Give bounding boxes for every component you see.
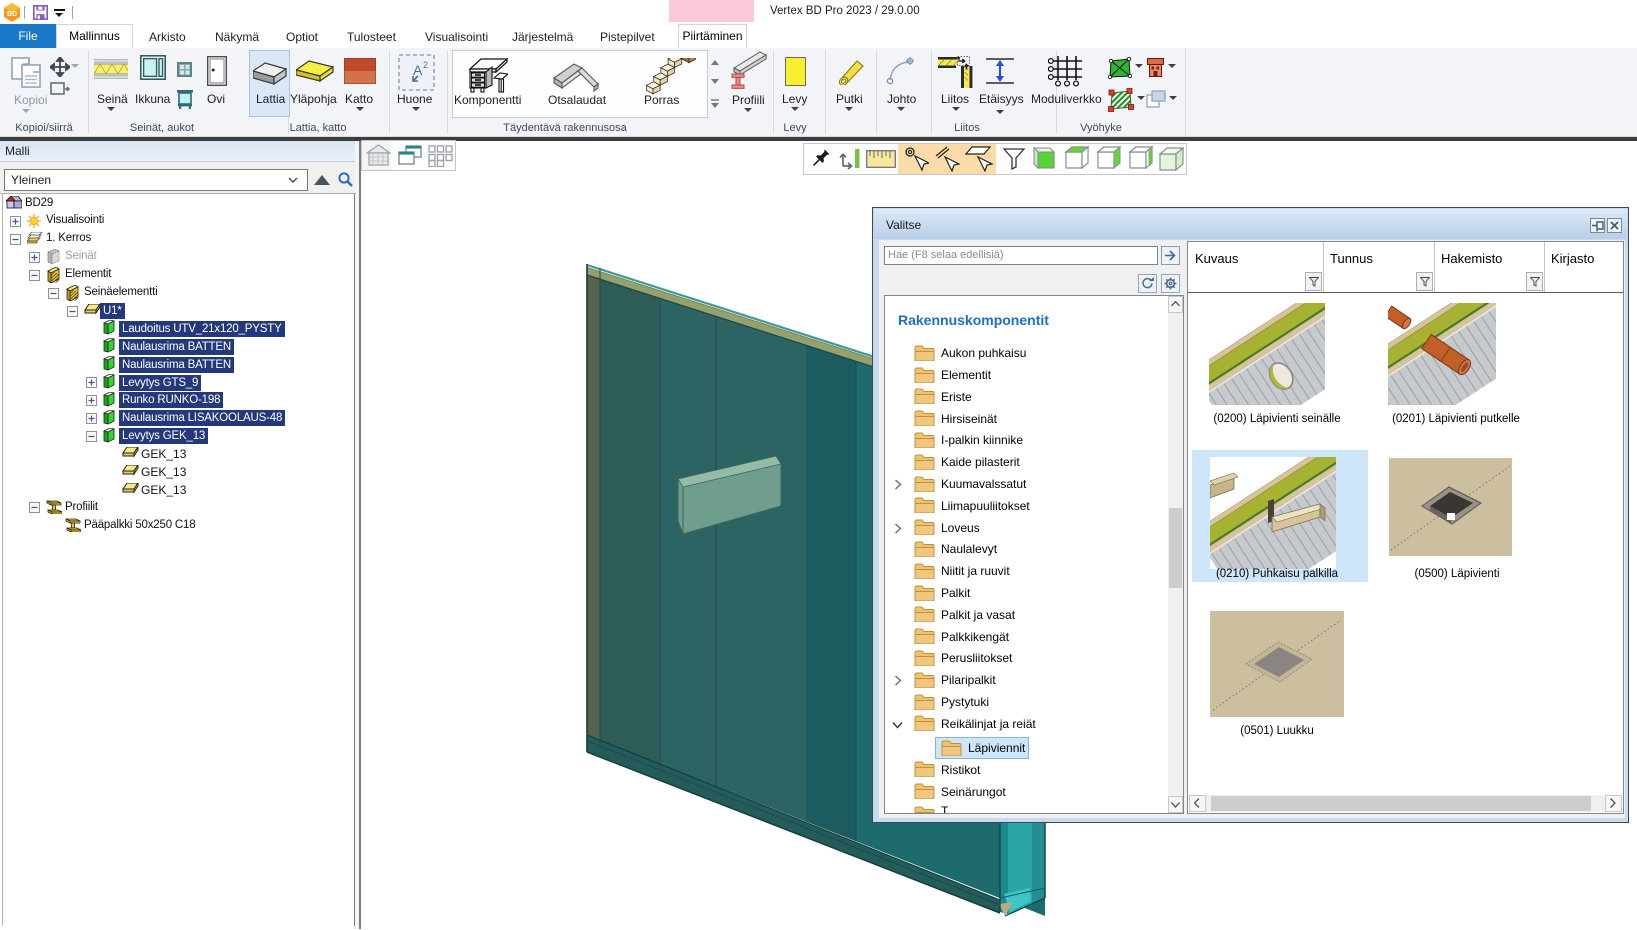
svg-text:2: 2: [423, 60, 428, 70]
svg-text:A: A: [413, 62, 423, 78]
svg-text:BD: BD: [7, 11, 17, 18]
